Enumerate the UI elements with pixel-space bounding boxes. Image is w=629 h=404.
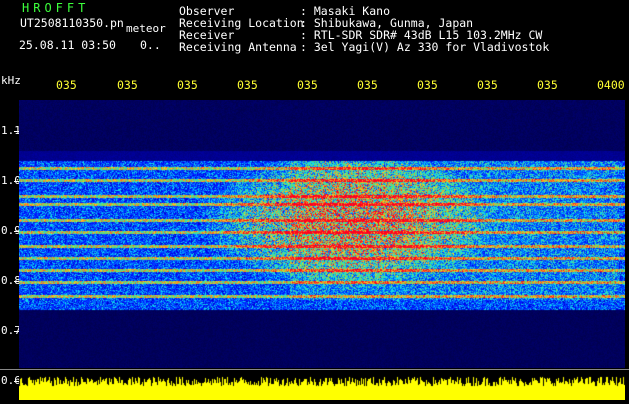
time-tick-label: 035: [477, 78, 498, 92]
time-tick-label: 035: [357, 78, 378, 92]
date-time: 25.08.11 03:50: [19, 38, 116, 52]
khz-unit-label: kHz: [1, 74, 21, 87]
spectrogram-display: [19, 100, 625, 368]
time-tick-label: 035: [537, 78, 558, 92]
meteor-counter: 0..: [140, 38, 161, 52]
meteor-label: meteor: [126, 22, 166, 35]
time-tick-label: 035: [117, 78, 138, 92]
file-name: UT2508110350.pn: [20, 16, 124, 30]
time-tick-label: 035: [297, 78, 318, 92]
level-baseline: [0, 369, 629, 370]
time-tick-label: 035: [237, 78, 258, 92]
time-axis: kHz 035 035 035 035 035 035 035 035 035 …: [0, 70, 629, 100]
time-tick-label: 0400: [597, 78, 625, 92]
time-tick-label: 035: [417, 78, 438, 92]
signal-level-strip: [19, 372, 625, 400]
header: HROFFT UT2508110350.pn meteor 25.08.11 0…: [0, 0, 629, 70]
app-title: HROFFT: [22, 1, 90, 15]
antenna-label: Receiving Antenna: [179, 40, 297, 54]
spectrogram-canvas: [19, 100, 625, 368]
antenna-value: : 3el Yagi(V) Az 330 for Vladivostok: [300, 40, 550, 54]
time-tick-label: 035: [177, 78, 198, 92]
signal-level-canvas: [19, 372, 625, 400]
time-tick-label: 035: [56, 78, 77, 92]
